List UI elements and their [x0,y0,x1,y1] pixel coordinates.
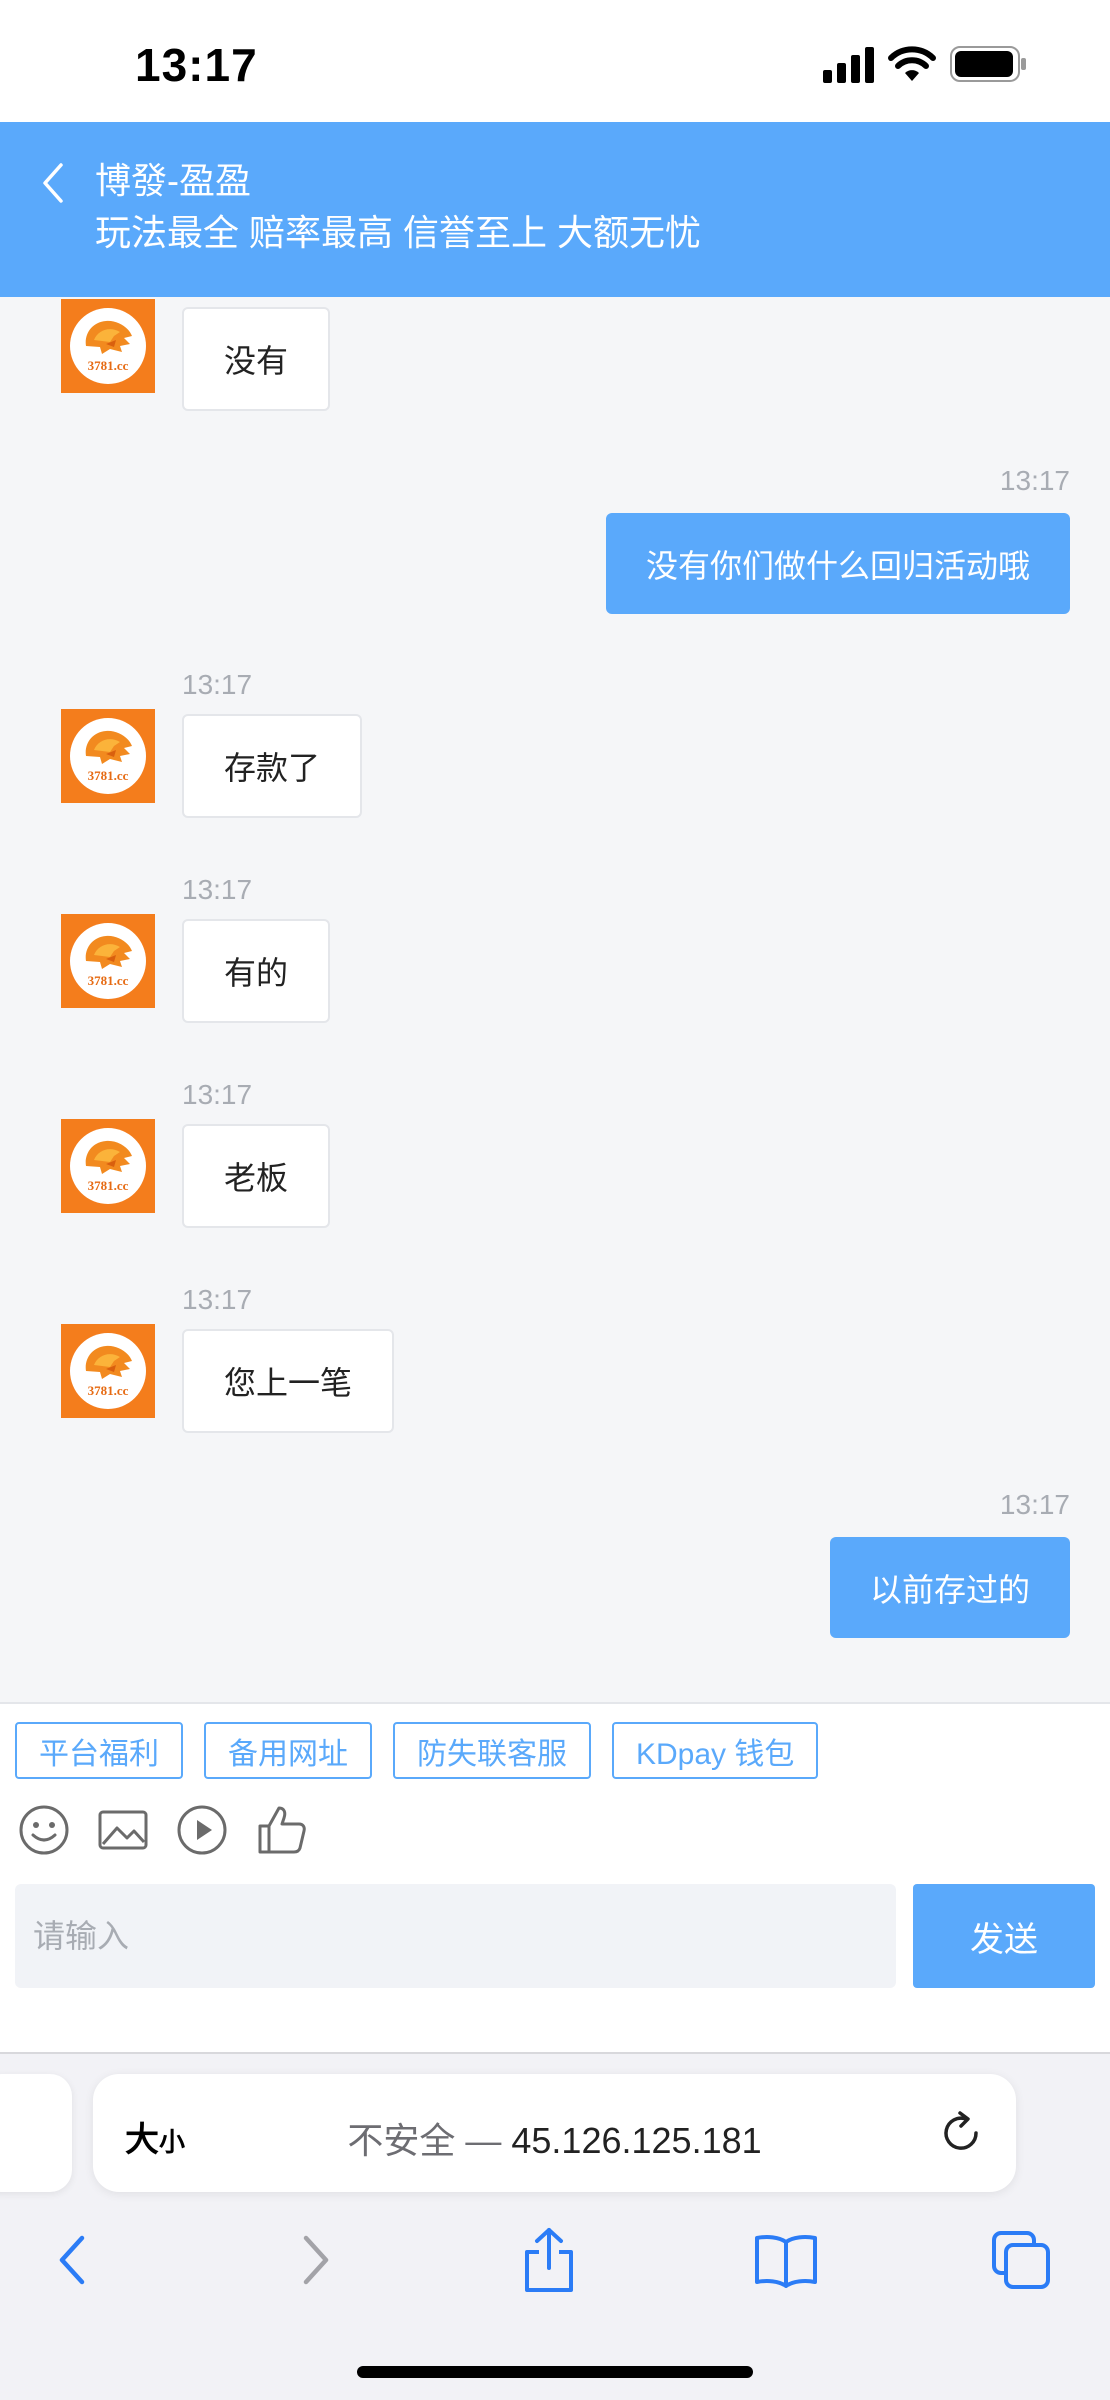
status-bar: 13:17 [0,0,1110,122]
message-time: 13:17 [182,669,253,700]
browser-forward-button[interactable] [278,2224,350,2296]
emoji-icon [19,1805,69,1855]
chat-title: 博發-盈盈 [95,160,251,201]
input-panel: 平台福利 备用网址 防失联客服 KDpay 钱包 请输入 发送 [0,1702,1110,2052]
status-time: 13:17 [135,39,258,91]
agent-avatar: 3781.cc [61,914,155,1008]
agent-avatar: 3781.cc [61,1119,155,1213]
browser-back-button[interactable] [38,2224,110,2296]
agent-avatar: 3781.cc [61,709,155,803]
avatar-domain: 3781.cc [87,1383,129,1398]
message-bubble: 没有你们做什么回归活动哦 [605,513,1070,614]
book-icon [755,2235,817,2288]
previous-tab-peek[interactable] [0,2074,72,2192]
message-time: 13:17 [182,1284,253,1315]
quick-action-support[interactable]: 防失联客服 [393,1722,591,1779]
address-bar[interactable]: 大小 不安全 — 45.126.125.181 [93,2074,1016,2192]
like-button[interactable] [255,1804,307,1856]
share-icon [525,2228,573,2292]
lion-logo-icon [85,1345,132,1379]
image-icon [98,1810,148,1850]
chat-header: 博發-盈盈 玩法最全 赔率最高 信誉至上 大额无忧 [0,122,1110,297]
wifi-icon [888,46,936,81]
share-button[interactable] [513,2224,585,2296]
quick-action-row: 平台福利 备用网址 防失联客服 KDpay 钱包 [15,1722,819,1779]
message-time: 13:17 [182,874,253,905]
send-button[interactable]: 发送 [913,1884,1095,1988]
chevron-right-icon [303,2235,329,2285]
bookmarks-button[interactable] [750,2224,822,2296]
avatar-domain: 3781.cc [87,1178,129,1193]
lion-logo-icon [85,320,132,354]
avatar-domain: 3781.cc [87,358,129,373]
tabs-icon [992,2231,1050,2289]
browser-toolbar: 大小 不安全 — 45.126.125.181 [0,2052,1110,2400]
message-bubble: 没有 [182,307,331,411]
agent-avatar: 3781.cc [61,1324,155,1418]
tabs-button[interactable] [985,2224,1057,2296]
video-button[interactable] [176,1804,228,1856]
message-list[interactable]: 3781.cc 没有 13:17 没有你们做什么回归活动哦 13:17 3781… [0,297,1110,1702]
agent-avatar: 3781.cc [61,299,155,393]
url-text: 45.126.125.181 [511,2120,762,2161]
message-input[interactable] [15,1884,896,1988]
chevron-left-icon [59,2235,85,2285]
chevron-left-icon [43,163,63,203]
toolbar [18,1804,307,1856]
emoji-button[interactable] [18,1804,70,1856]
thumbs-up-icon [258,1806,306,1854]
message-bubble: 存款了 [182,714,363,818]
home-indicator [357,2366,753,2378]
quick-action-platform-benefits[interactable]: 平台福利 [15,1722,183,1779]
lion-logo-icon [85,1140,132,1174]
video-icon [177,1805,227,1855]
lion-logo-icon [85,935,132,969]
quick-action-kdpay-wallet[interactable]: KDpay 钱包 [612,1722,819,1779]
cellular-signal-icon [823,45,874,83]
status-icons [823,44,1028,84]
image-button[interactable] [97,1804,149,1856]
message-bubble: 您上一笔 [182,1329,395,1433]
reload-icon[interactable] [936,2108,986,2158]
quick-action-backup-url[interactable]: 备用网址 [204,1722,372,1779]
message-bubble: 老板 [182,1124,331,1228]
avatar-domain: 3781.cc [87,768,129,783]
message-bubble: 以前存过的 [829,1537,1070,1638]
message-time: 13:17 [999,465,1070,496]
lion-logo-icon [85,730,132,764]
insecure-label: 不安全 — [347,2120,502,2161]
address-text[interactable]: 不安全 — 45.126.125.181 [93,2112,1016,2164]
browser-nav-row [0,2224,1110,2304]
message-bubble: 有的 [182,919,331,1023]
message-time: 13:17 [999,1489,1070,1520]
chat-subtitle: 玩法最全 赔率最高 信誉至上 大额无忧 [95,212,702,253]
back-button[interactable] [28,148,78,218]
message-time: 13:17 [182,1079,253,1110]
avatar-domain: 3781.cc [87,973,129,988]
battery-icon [950,46,1026,82]
